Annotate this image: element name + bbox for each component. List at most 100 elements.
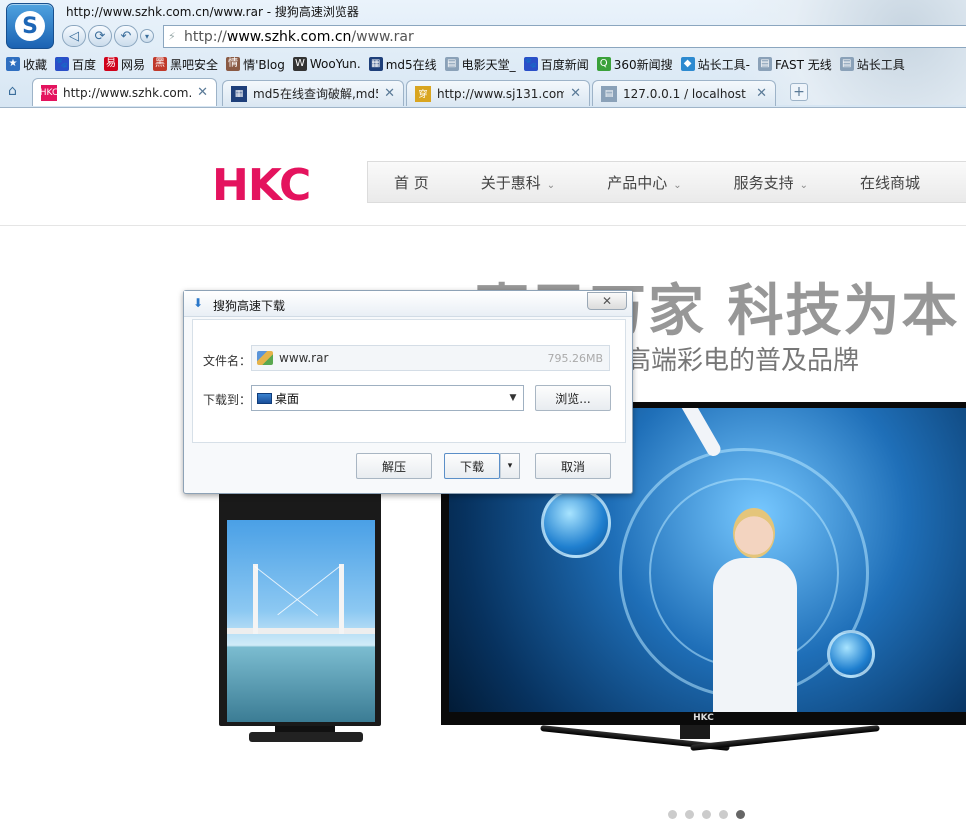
undo-close-button[interactable]: ↶	[114, 25, 138, 47]
slider-dot[interactable]	[668, 810, 677, 819]
download-button[interactable]: 下载	[444, 453, 500, 479]
dialog-titlebar[interactable]: ⬇ 搜狗高速下载	[184, 291, 632, 317]
bookmark-label: 网易	[121, 57, 146, 72]
home-icon[interactable]: ⌂	[8, 83, 26, 99]
bookmark-item[interactable]: ▤ 站长工具	[839, 56, 905, 73]
browser-tab[interactable]: ▤ 127.0.0.1 / localhost ✕	[592, 80, 776, 106]
site-nav-label: 关于惠科	[480, 173, 541, 192]
sogou-menu-button[interactable]: S	[6, 3, 54, 49]
site-nav-item[interactable]: 关于惠科 ⌄	[455, 172, 555, 193]
address-bar[interactable]: ⚡ http://www.szhk.com.cn/www.rar	[163, 25, 966, 48]
slider-dots	[668, 810, 745, 819]
bookmark-item[interactable]: Q 360新闻搜	[596, 56, 673, 73]
filename-label: 文件名：	[203, 354, 252, 368]
bookmark-item[interactable]: 🐾 百度新闻	[523, 56, 589, 73]
filesize-value: 795.26MB	[547, 351, 603, 365]
wooyun-icon: W	[292, 57, 307, 71]
site-nav-item[interactable]: 服务支持 ⌄	[708, 172, 808, 193]
chevron-down-icon: ▼	[509, 393, 517, 403]
site-nav-item[interactable]: 产品中心 ⌄	[581, 172, 681, 193]
site-nav-item[interactable]: 首 页	[368, 172, 429, 193]
cancel-button[interactable]: 取消	[535, 453, 611, 479]
browser-tab[interactable]: 穿 http://www.sj131.com/ ✕	[406, 80, 590, 106]
bookmark-label: FAST 无线	[774, 57, 832, 72]
extract-button[interactable]: 解压	[356, 453, 432, 479]
hkc-logo[interactable]: HKC	[212, 160, 311, 211]
chevron-down-icon: ⌄	[673, 179, 682, 191]
browse-button[interactable]: 浏览...	[535, 385, 611, 411]
bookmark-item[interactable]: 情情'Blog	[226, 56, 285, 73]
hero-tagline: 高端彩电的普及品牌	[625, 346, 860, 376]
bookmark-item[interactable]: 🐾 百度	[55, 56, 96, 73]
tab-title: http://www.szhk.com.cn/www.rar	[63, 85, 192, 100]
tab-title: 127.0.0.1 / localhost	[623, 86, 746, 101]
bookmark-label: 黑吧安全	[170, 57, 219, 72]
new-tab-button[interactable]: +	[790, 83, 808, 101]
download-options-button[interactable]: ▾	[500, 453, 520, 479]
bookmark-item[interactable]: 黑黑吧安全	[153, 56, 218, 73]
bookmark-item[interactable]: ◆ 站长工具-	[680, 56, 750, 73]
search-360-icon: Q	[596, 57, 611, 71]
bookmark-item[interactable]: ★ 收藏	[6, 56, 47, 73]
tab-close-icon[interactable]: ✕	[570, 86, 581, 101]
bookmark-label: 站长工具	[856, 57, 905, 72]
dialog-title: 搜狗高速下载	[213, 299, 286, 313]
bookmark-item[interactable]: ▤ FAST 无线	[757, 56, 832, 73]
slider-dot[interactable]	[719, 810, 728, 819]
site-header: HKC 首 页 关于惠科 ⌄ 产品中心 ⌄ 服务支持 ⌄ 在线商城 论坛	[0, 108, 966, 226]
tab-close-icon[interactable]: ✕	[384, 86, 395, 101]
bookmark-item[interactable]: ▦ md5在线	[368, 56, 437, 73]
site-nav-label: 在线商城	[860, 173, 921, 192]
nav-toolbar: ◁ ⟳ ↶ ▾	[62, 24, 154, 48]
dialog-body	[192, 319, 626, 443]
chevron-down-icon: ⌄	[799, 179, 808, 191]
window-title: http://www.szhk.com.cn/www.rar - 搜狗高速浏览器	[66, 5, 359, 19]
tab-favicon-icon: 穿	[415, 85, 431, 102]
download-dialog: ⬇ 搜狗高速下载 ✕ 文件名： www.rar 795.26MB 下载到： 桌面…	[183, 290, 633, 494]
save-location-select[interactable]: 桌面 ▼	[251, 385, 524, 411]
page-icon: ▤	[757, 57, 772, 71]
bookmark-item[interactable]: ▤ 电影天堂_	[444, 56, 516, 73]
bookmark-label: md5在线	[385, 57, 437, 72]
tab-favicon-icon: HKC	[40, 84, 58, 101]
bookmark-label: 站长工具-	[697, 57, 750, 72]
browser-tab[interactable]: HKC http://www.szhk.com.cn/www.rar ✕	[32, 78, 217, 106]
bookmark-item[interactable]: 易网易	[104, 56, 145, 73]
tab-title: md5在线查询破解,md5解密	[253, 87, 378, 101]
nav-more-button[interactable]: ▾	[140, 29, 154, 43]
bookmark-label: 电影天堂_	[461, 57, 516, 72]
site-nav-item[interactable]: 论坛	[946, 172, 966, 193]
desktop-icon	[257, 392, 272, 404]
planet-icon	[827, 630, 875, 678]
download-arrow-icon: ⬇	[193, 296, 204, 310]
tab-favicon-icon: ▦	[231, 85, 247, 102]
slider-dot[interactable]	[685, 810, 694, 819]
site-nav-menu: 首 页 关于惠科 ⌄ 产品中心 ⌄ 服务支持 ⌄ 在线商城 论坛	[367, 161, 966, 203]
netease-icon: 易	[104, 57, 119, 71]
tab-close-icon[interactable]: ✕	[756, 86, 767, 101]
browser-tab[interactable]: ▦ md5在线查询破解,md5解密 ✕	[222, 80, 404, 106]
site-nav-label: 服务支持	[733, 173, 794, 192]
tab-strip: ⌂ + HKC http://www.szhk.com.cn/www.rar ✕ ▦ m…	[0, 78, 966, 106]
blog-avatar-icon: 情	[226, 57, 241, 71]
back-button[interactable]: ◁	[62, 25, 86, 47]
address-url[interactable]: http://www.szhk.com.cn/www.rar	[184, 29, 414, 45]
dialog-close-button[interactable]: ✕	[587, 292, 627, 310]
large-tv-stand	[540, 725, 880, 755]
bookmark-item[interactable]: W WooYun.	[292, 57, 361, 71]
slider-dot[interactable]	[702, 810, 711, 819]
site-nav-item[interactable]: 在线商城	[834, 172, 920, 193]
bookmark-label: 收藏	[23, 57, 48, 72]
slider-dot[interactable]	[736, 810, 745, 819]
star-icon: ★	[6, 57, 20, 71]
tab-close-icon[interactable]: ✕	[197, 85, 208, 100]
bookmark-label: 360新闻搜	[613, 57, 673, 72]
save-location-value: 桌面	[275, 391, 300, 406]
filename-field[interactable]: www.rar 795.26MB	[251, 345, 610, 371]
woman-figure	[709, 488, 799, 712]
bookmarks-bar: ★ 收藏 🐾 百度易网易黑黑吧安全情情'Blog W WooYun. ▦ md5在线 ▤ 电影天堂…	[0, 53, 966, 75]
baidu-paw-icon: 🐾	[523, 57, 538, 71]
browser-chrome: S http://www.szhk.com.cn/www.rar - 搜狗高速浏…	[0, 0, 966, 108]
tab-favicon-icon: ▤	[601, 85, 617, 102]
refresh-button[interactable]: ⟳	[88, 25, 112, 47]
